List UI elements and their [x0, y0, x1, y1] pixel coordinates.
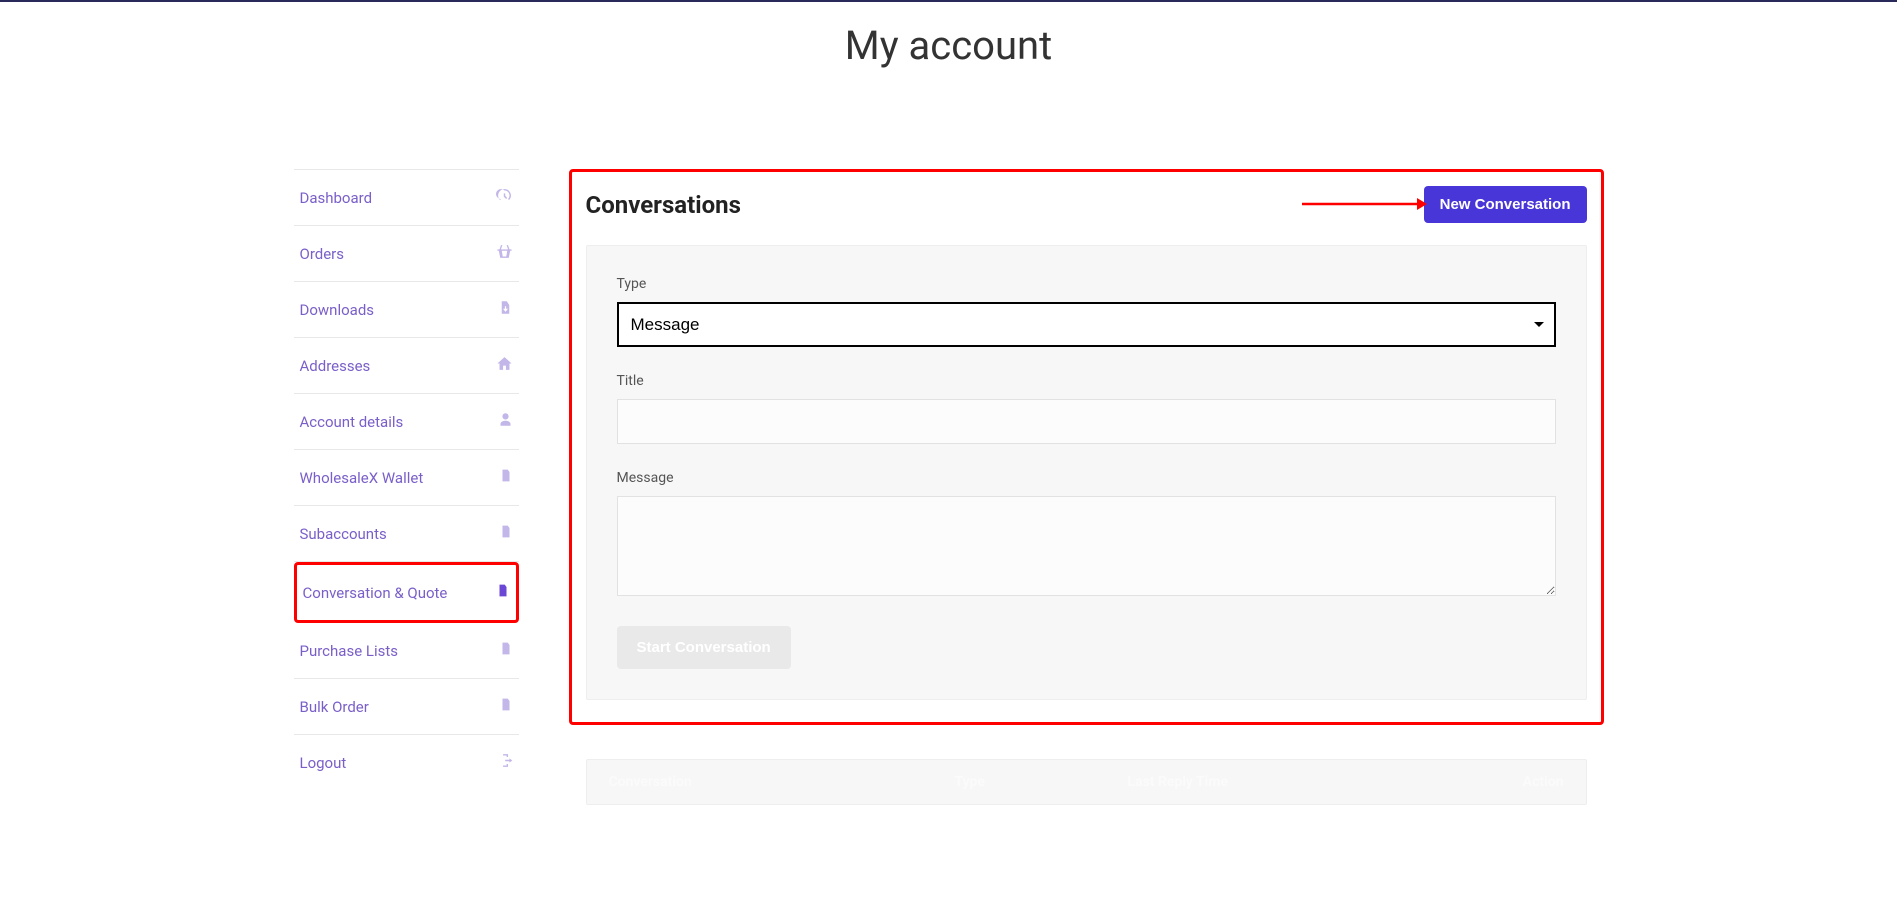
file-icon	[499, 523, 513, 544]
page-title: My account	[0, 2, 1897, 109]
sidebar-item-addresses[interactable]: Addresses	[294, 338, 519, 394]
sidebar-item-label: Conversation & Quote	[303, 584, 448, 602]
new-conversation-button[interactable]: New Conversation	[1424, 186, 1587, 223]
table-header-type: Type	[955, 774, 1128, 790]
sidebar-item-bulk-order[interactable]: Bulk Order	[294, 679, 519, 735]
gauge-icon	[496, 187, 513, 208]
message-label: Message	[617, 470, 1556, 486]
sidebar-item-account-details[interactable]: Account details	[294, 394, 519, 450]
sidebar-item-label: Downloads	[300, 301, 375, 319]
sidebar-item-wholesalex-wallet[interactable]: WholesaleX Wallet	[294, 450, 519, 506]
sidebar-item-purchase-lists[interactable]: Purchase Lists	[294, 623, 519, 679]
sidebar-item-label: Subaccounts	[300, 525, 387, 543]
sidebar-item-downloads[interactable]: Downloads	[294, 282, 519, 338]
title-label: Title	[617, 373, 1556, 389]
sidebar-item-orders[interactable]: Orders	[294, 226, 519, 282]
table-header-action: Action	[1474, 774, 1564, 790]
basket-icon	[496, 243, 513, 264]
file-icon	[496, 582, 510, 603]
conversations-table: Conversation Type Last Reply Time Action	[586, 759, 1587, 805]
sidebar-item-label: Orders	[300, 245, 345, 263]
sidebar-item-dashboard[interactable]: Dashboard	[294, 169, 519, 226]
file-down-icon	[498, 299, 513, 320]
sidebar-item-label: Dashboard	[300, 189, 373, 207]
new-conversation-form: Type Message Title Message Start Convers…	[586, 245, 1587, 700]
title-input[interactable]	[617, 399, 1556, 444]
sidebar-item-label: Addresses	[300, 357, 371, 375]
sidebar-item-subaccounts[interactable]: Subaccounts	[294, 506, 519, 562]
sidebar-item-logout[interactable]: Logout	[294, 735, 519, 790]
file-icon	[499, 696, 513, 717]
account-sidebar: Dashboard Orders Downloads Addresses Acc…	[294, 169, 519, 805]
table-header-last-reply: Last Reply Time	[1128, 774, 1474, 790]
logout-icon	[496, 752, 513, 773]
home-icon	[496, 355, 513, 376]
user-icon	[498, 411, 513, 432]
arrow-annotation	[1302, 197, 1427, 211]
sidebar-item-label: WholesaleX Wallet	[300, 469, 424, 487]
file-icon	[499, 467, 513, 488]
conversations-heading: Conversations	[586, 191, 741, 219]
message-textarea[interactable]	[617, 496, 1556, 596]
table-header-conversation: Conversation	[609, 774, 955, 790]
sidebar-item-label: Logout	[300, 754, 347, 772]
file-icon	[499, 640, 513, 661]
sidebar-item-label: Bulk Order	[300, 698, 369, 716]
sidebar-item-label: Account details	[300, 413, 404, 431]
type-select[interactable]: Message	[617, 302, 1556, 347]
start-conversation-button[interactable]: Start Conversation	[617, 626, 791, 669]
sidebar-item-conversation-quote[interactable]: Conversation & Quote	[294, 562, 519, 623]
type-label: Type	[617, 276, 1556, 292]
sidebar-item-label: Purchase Lists	[300, 642, 398, 660]
conversations-panel: Conversations New Conversation Type Mess…	[569, 169, 1604, 725]
